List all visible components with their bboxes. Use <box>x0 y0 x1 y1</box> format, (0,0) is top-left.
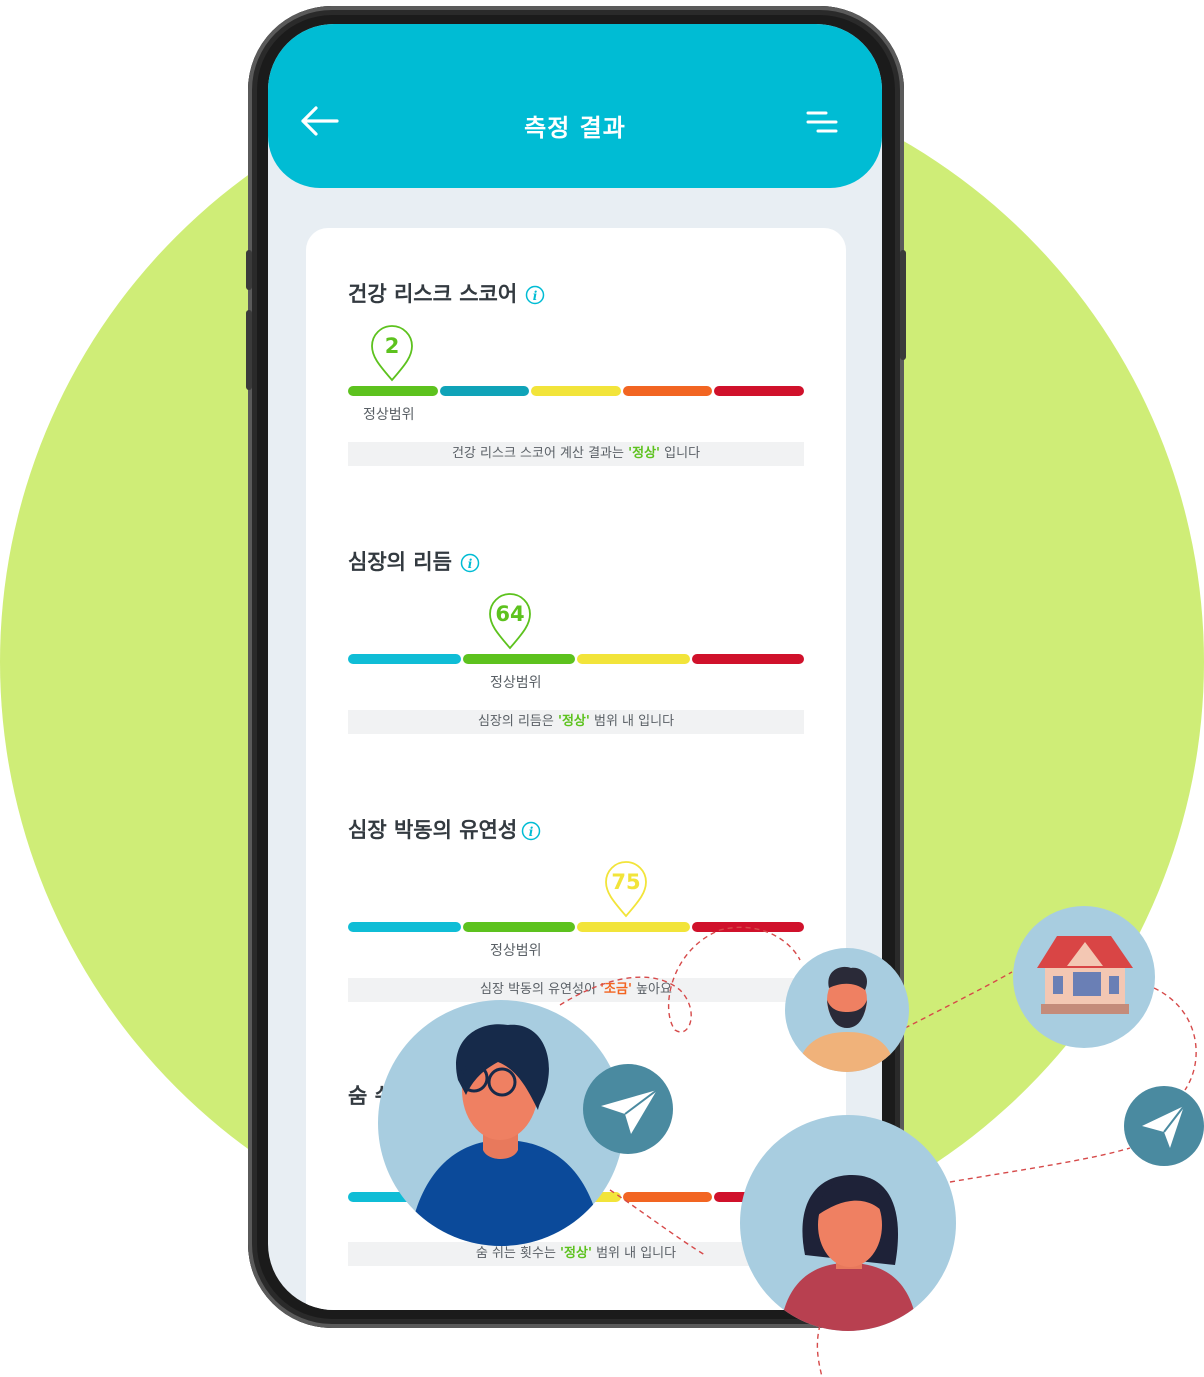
send-button[interactable] <box>583 1064 673 1154</box>
send-button[interactable] <box>1124 1086 1204 1166</box>
avatar-man-beard <box>785 948 909 1072</box>
paper-plane-icon <box>1142 1105 1185 1148</box>
avatar-woman <box>740 1115 956 1331</box>
paper-plane-icon <box>601 1089 658 1134</box>
house-icon <box>1013 906 1155 1048</box>
